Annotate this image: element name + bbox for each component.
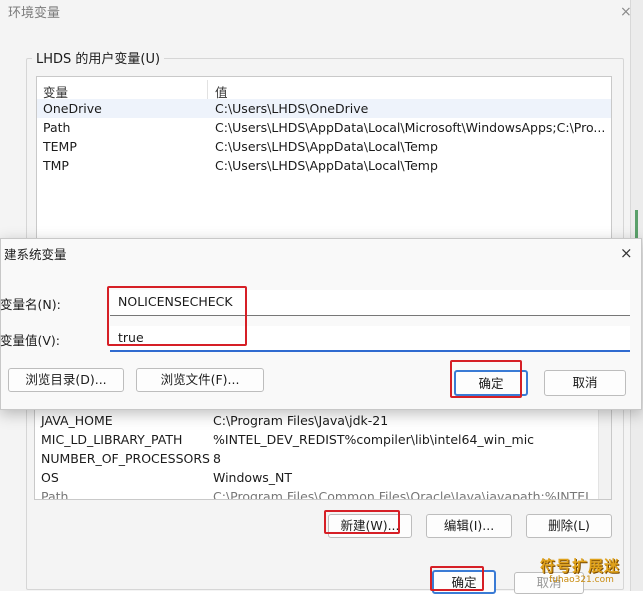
edit-system-var-button[interactable]: 编辑(I)... bbox=[426, 514, 512, 538]
user-var-row[interactable]: Path C:\Users\LHDS\AppData\Local\Microso… bbox=[37, 118, 611, 137]
delete-system-var-button[interactable]: 删除(L) bbox=[526, 514, 612, 538]
system-var-value: Windows_NT bbox=[213, 470, 293, 485]
browse-directory-button[interactable]: 浏览目录(D)... bbox=[8, 368, 124, 392]
system-var-value: C:\Program Files\Java\jdk-21 bbox=[213, 413, 389, 428]
system-var-value: C:\Program Files\Common Files\Oracle\Jav… bbox=[213, 489, 612, 500]
user-vars-group-title: LHDS 的用户变量(U) bbox=[32, 48, 165, 67]
system-var-row[interactable]: OS Windows_NT bbox=[35, 468, 611, 487]
column-divider[interactable] bbox=[207, 80, 208, 99]
user-var-value: C:\Users\LHDS\AppData\Local\Temp bbox=[215, 158, 438, 173]
new-var-dialog-close-icon[interactable]: × bbox=[620, 244, 633, 262]
new-var-cancel-button[interactable]: 取消 bbox=[544, 370, 626, 396]
user-vars-header: 变量 值 bbox=[37, 80, 611, 100]
user-var-value: C:\Users\LHDS\AppData\Local\Microsoft\Wi… bbox=[215, 120, 606, 135]
env-dialog-title: 环境变量 bbox=[8, 6, 61, 21]
watermark-logo: 符号扩展迷 bbox=[540, 557, 621, 575]
new-system-var-button[interactable]: 新建(W)... bbox=[328, 514, 412, 538]
system-var-row[interactable]: MIC_LD_LIBRARY_PATH %INTEL_DEV_REDIST%co… bbox=[35, 430, 611, 449]
system-var-name: MIC_LD_LIBRARY_PATH bbox=[41, 432, 183, 447]
user-var-name: TEMP bbox=[43, 139, 77, 154]
user-var-value: C:\Users\LHDS\AppData\Local\Temp bbox=[215, 139, 438, 154]
var-value-label: 变量值(V): bbox=[0, 333, 61, 348]
system-var-name: Path bbox=[41, 489, 69, 500]
system-var-name: NUMBER_OF_PROCESSORS bbox=[41, 451, 210, 466]
var-name-input[interactable]: NOLICENSECHECK bbox=[110, 290, 630, 316]
watermark-url: fuhao321.com bbox=[549, 575, 614, 585]
var-value-input[interactable]: true bbox=[110, 326, 630, 352]
new-var-dialog-title: 建系统变量 bbox=[4, 247, 67, 262]
system-var-value: %INTEL_DEV_REDIST%compiler\lib\intel64_w… bbox=[213, 432, 535, 447]
new-var-ok-button[interactable]: 确定 bbox=[454, 370, 528, 396]
system-vars-scrollbar[interactable] bbox=[598, 405, 611, 499]
user-var-row[interactable]: TMP C:\Users\LHDS\AppData\Local\Temp bbox=[37, 156, 611, 175]
env-ok-button[interactable]: 确定 bbox=[432, 570, 496, 594]
user-var-row[interactable]: TEMP C:\Users\LHDS\AppData\Local\Temp bbox=[37, 137, 611, 156]
system-vars-list[interactable]: JAVA_HOME C:\Program Files\Java\jdk-21 M… bbox=[34, 404, 612, 500]
user-var-name: TMP bbox=[43, 158, 69, 173]
system-var-row[interactable]: Path C:\Program Files\Common Files\Oracl… bbox=[35, 487, 612, 500]
user-var-name: Path bbox=[43, 120, 71, 135]
user-var-value: C:\Users\LHDS\OneDrive bbox=[215, 101, 369, 116]
system-var-row[interactable]: JAVA_HOME C:\Program Files\Java\jdk-21 bbox=[35, 411, 611, 430]
system-var-row[interactable]: NUMBER_OF_PROCESSORS 8 bbox=[35, 449, 611, 468]
system-var-name: JAVA_HOME bbox=[41, 413, 113, 428]
system-var-value: 8 bbox=[213, 451, 221, 466]
var-name-label: 变量名(N): bbox=[0, 297, 61, 312]
user-var-row[interactable]: OneDrive C:\Users\LHDS\OneDrive bbox=[37, 99, 611, 118]
browse-file-button[interactable]: 浏览文件(F)... bbox=[136, 368, 264, 392]
user-var-name: OneDrive bbox=[43, 101, 102, 116]
user-vars-list[interactable]: 变量 值 OneDrive C:\Users\LHDS\OneDrive Pat… bbox=[36, 76, 612, 240]
system-var-name: OS bbox=[41, 470, 59, 485]
